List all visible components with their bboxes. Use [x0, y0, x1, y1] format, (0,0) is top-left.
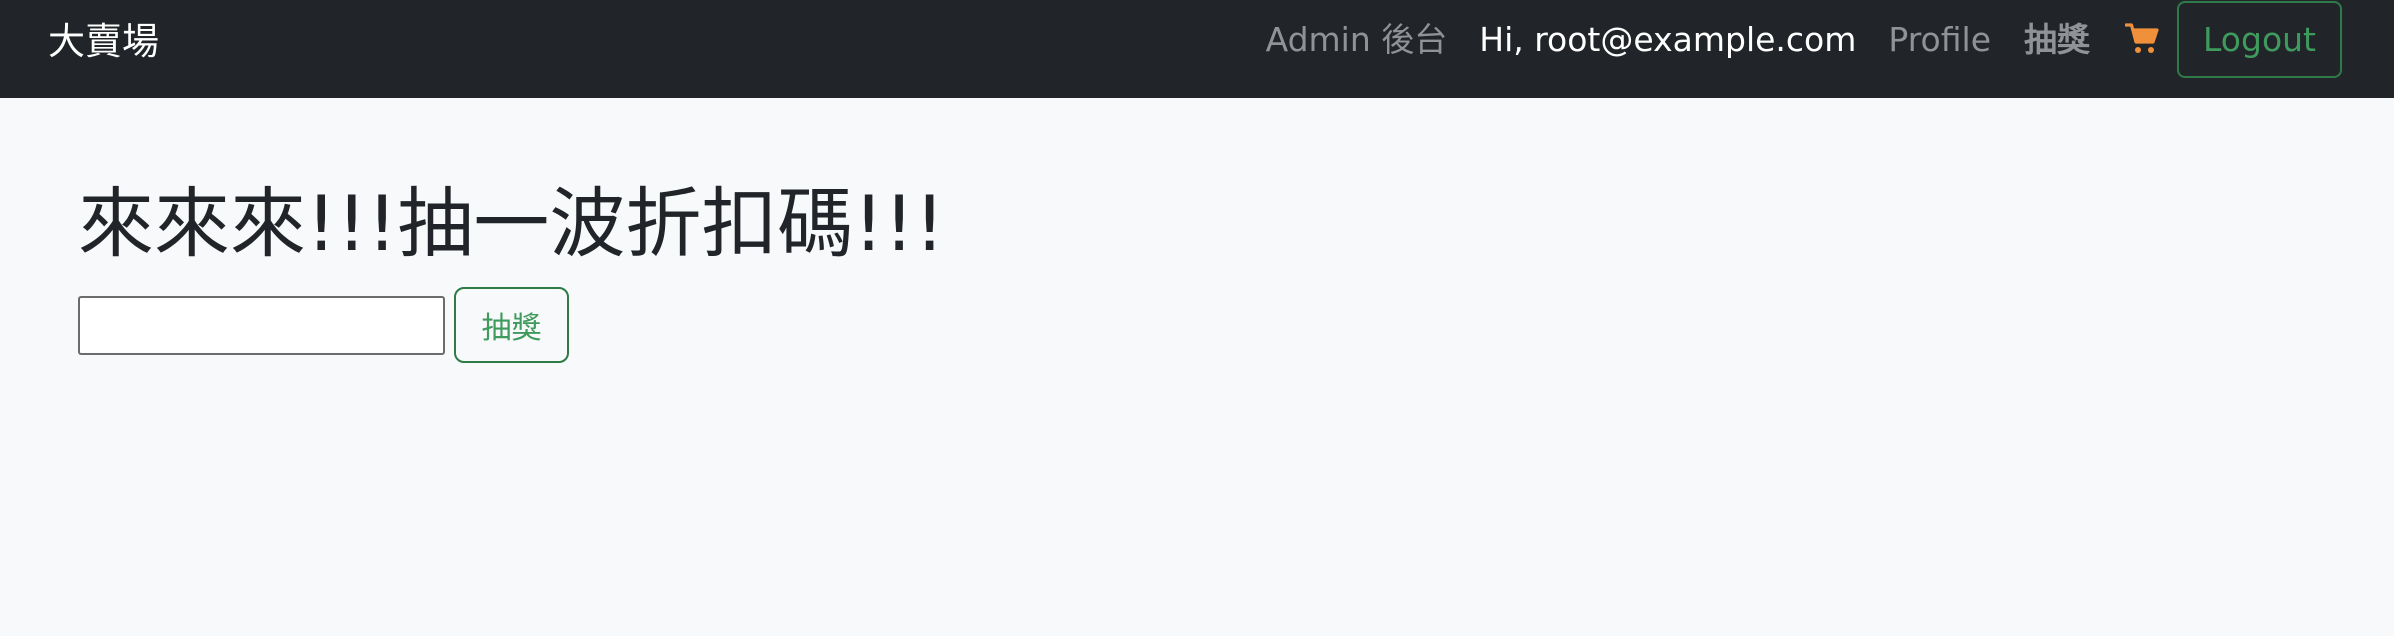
cart-link[interactable]: [2123, 16, 2163, 64]
top-navbar: 大賣場 Admin 後台 Hi, root@example.com Profil…: [0, 0, 2394, 98]
brand-link[interactable]: 大賣場: [48, 18, 159, 66]
shopping-cart-icon: [2124, 20, 2161, 60]
user-greeting-link[interactable]: Hi, root@example.com: [1479, 16, 1856, 64]
draw-form: 抽獎: [78, 287, 945, 363]
lottery-link[interactable]: 抽獎: [2024, 16, 2090, 64]
main-content: 來來來!!!抽一波折扣碼!!! 抽獎: [78, 176, 945, 363]
admin-link[interactable]: Admin 後台: [1266, 16, 1448, 64]
profile-link[interactable]: Profile: [1888, 16, 1991, 64]
logout-button[interactable]: Logout: [2177, 1, 2342, 78]
page-title: 來來來!!!抽一波折扣碼!!!: [78, 179, 945, 268]
discount-code-input[interactable]: [78, 295, 445, 355]
draw-button[interactable]: 抽獎: [454, 287, 569, 363]
navbar-right: Admin 後台 Hi, root@example.com Profile 抽獎…: [1266, 1, 2342, 78]
